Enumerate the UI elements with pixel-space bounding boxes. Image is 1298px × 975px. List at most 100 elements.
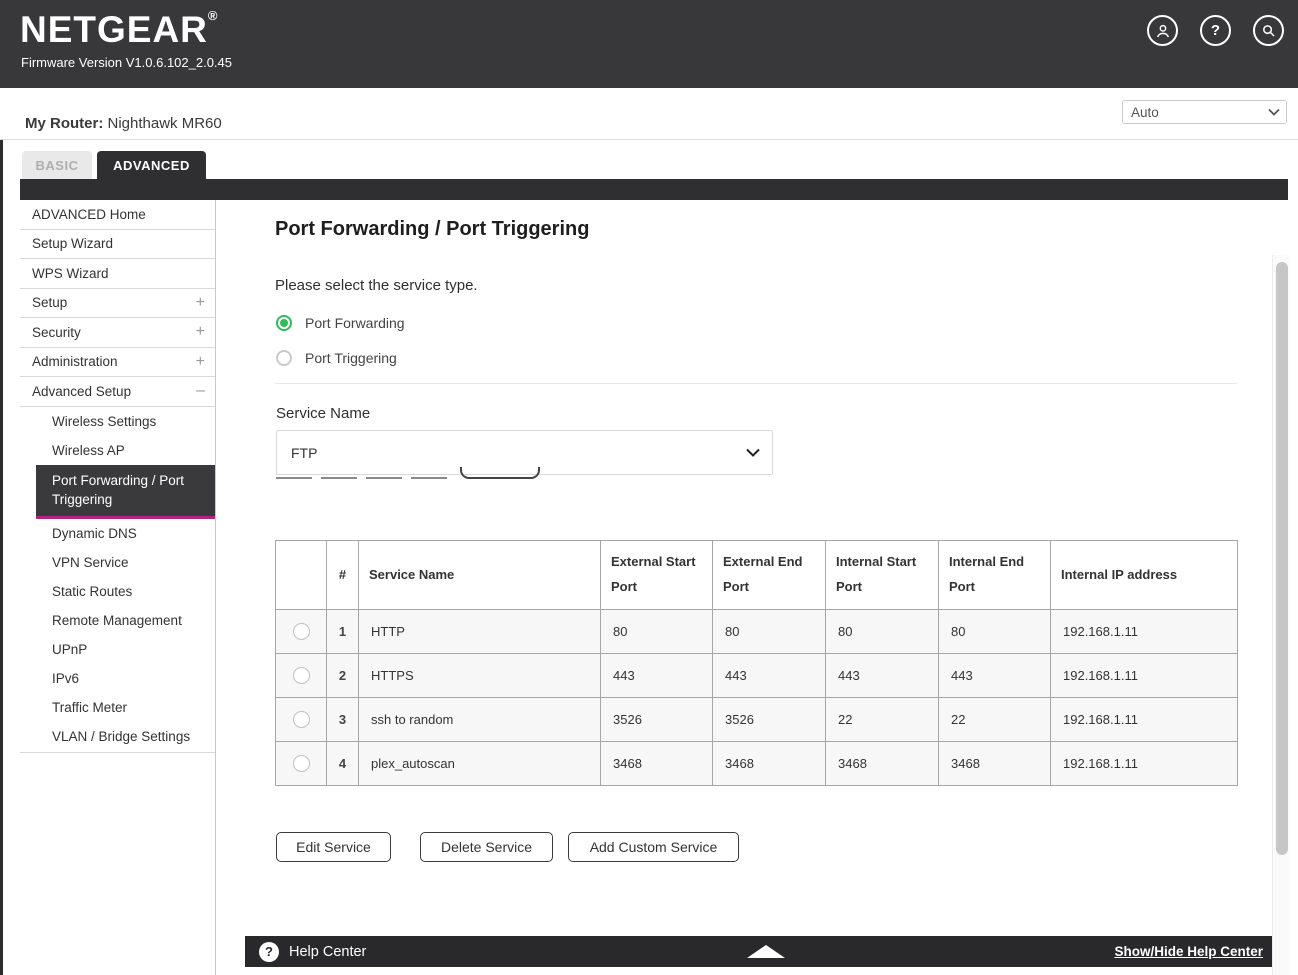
help-icon[interactable]: ? xyxy=(1200,15,1231,46)
header-icons: ? xyxy=(1147,15,1284,46)
row-radio[interactable] xyxy=(293,667,310,684)
action-buttons: Edit Service Delete Service Add Custom S… xyxy=(276,832,739,862)
sidebar-item-label: Advanced Setup xyxy=(32,384,131,399)
chevron-down-icon xyxy=(746,448,760,457)
ip-cell: 192.168.1.11 xyxy=(1051,610,1238,654)
language-select[interactable]: Auto xyxy=(1122,100,1287,124)
sidebar-item-security[interactable]: Security + xyxy=(20,318,215,348)
sidebar-subitem-port-forwarding[interactable]: Port Forwarding / Port Triggering xyxy=(36,465,215,519)
service-type-prompt: Please select the service type. xyxy=(275,277,478,294)
add-custom-service-button[interactable]: Add Custom Service xyxy=(568,832,739,862)
partial-button-outline xyxy=(460,467,540,479)
sidebar-subitem-vlan-bridge[interactable]: VLAN / Bridge Settings xyxy=(20,722,215,751)
radio-label: Port Triggering xyxy=(305,350,397,366)
service-name-value: FTP xyxy=(291,445,317,461)
int-start-cell: 22 xyxy=(826,698,939,742)
sidebar-item-setup-wizard[interactable]: Setup Wizard xyxy=(20,230,215,260)
sidebar-subitem-vpn-service[interactable]: VPN Service xyxy=(20,548,215,577)
minus-icon[interactable]: – xyxy=(196,382,205,400)
section-divider xyxy=(275,383,1237,384)
sidebar-sublist: Wireless Settings Wireless AP Port Forwa… xyxy=(20,407,215,753)
row-number: 1 xyxy=(327,610,359,654)
int-end-cell: 443 xyxy=(939,654,1051,698)
sidebar-subitem-static-routes[interactable]: Static Routes xyxy=(20,577,215,606)
user-icon[interactable] xyxy=(1147,15,1178,46)
partial-input-underlines xyxy=(276,477,447,479)
service-column-header: Service Name xyxy=(359,541,601,610)
int-start-cell: 443 xyxy=(826,654,939,698)
firmware-version: Firmware Version V1.0.6.102_2.0.45 xyxy=(21,55,232,70)
ext-start-cell: 443 xyxy=(601,654,713,698)
tab-advanced[interactable]: ADVANCED xyxy=(97,151,206,179)
row-radio[interactable] xyxy=(293,755,310,772)
sidebar-item-setup[interactable]: Setup + xyxy=(20,289,215,319)
plus-icon[interactable]: + xyxy=(196,294,205,312)
app-header: NETGEAR® Firmware Version V1.0.6.102_2.0… xyxy=(0,0,1298,88)
sidebar-item-label: ADVANCED Home xyxy=(32,207,146,222)
radio-unselected-icon[interactable] xyxy=(276,350,292,366)
row-number: 4 xyxy=(327,742,359,786)
ext-end-column-header: External End Port xyxy=(713,541,826,610)
collapse-triangle-icon[interactable] xyxy=(747,945,785,958)
tab-basic[interactable]: BASIC xyxy=(22,151,92,179)
sidebar-item-advanced-setup[interactable]: Advanced Setup – xyxy=(20,377,215,407)
table-row: 1 HTTP 80 80 80 80 192.168.1.11 xyxy=(276,610,1238,654)
sidebar-subitem-remote-management[interactable]: Remote Management xyxy=(20,606,215,635)
sidebar-item-wps-wizard[interactable]: WPS Wizard xyxy=(20,259,215,289)
page-title: Port Forwarding / Port Triggering xyxy=(275,218,589,241)
my-router-text: My Router: Nighthawk MR60 xyxy=(25,115,222,132)
row-number: 3 xyxy=(327,698,359,742)
int-start-column-header: Internal Start Port xyxy=(826,541,939,610)
ext-start-cell: 3526 xyxy=(601,698,713,742)
scrollbar-thumb[interactable] xyxy=(1276,262,1288,855)
sidebar-item-label: WPS Wizard xyxy=(32,266,109,281)
ext-start-cell: 3468 xyxy=(601,742,713,786)
sidebar-subitem-wireless-ap[interactable]: Wireless AP xyxy=(20,436,215,465)
sidebar-item-advanced-home[interactable]: ADVANCED Home xyxy=(20,200,215,230)
radio-selected-icon[interactable] xyxy=(276,315,292,331)
row-radio[interactable] xyxy=(293,623,310,640)
help-question-icon: ? xyxy=(259,942,279,962)
ext-start-column-header: External Start Port xyxy=(601,541,713,610)
port-forwarding-radio[interactable]: Port Forwarding xyxy=(276,315,405,331)
plus-icon[interactable]: + xyxy=(196,353,205,371)
sidebar-subitem-dynamic-dns[interactable]: Dynamic DNS xyxy=(20,519,215,548)
scrollbar-track[interactable] xyxy=(1272,255,1290,975)
table-row: 3 ssh to random 3526 3526 22 22 192.168.… xyxy=(276,698,1238,742)
sidebar-subitem-wireless-settings[interactable]: Wireless Settings xyxy=(20,407,215,436)
int-end-cell: 80 xyxy=(939,610,1051,654)
delete-service-button[interactable]: Delete Service xyxy=(420,832,553,862)
sidebar-item-label: Setup xyxy=(32,295,67,310)
row-radio[interactable] xyxy=(293,711,310,728)
int-end-column-header: Internal End Port xyxy=(939,541,1051,610)
ip-cell: 192.168.1.11 xyxy=(1051,698,1238,742)
search-icon[interactable] xyxy=(1253,15,1284,46)
plus-icon[interactable]: + xyxy=(196,323,205,341)
sidebar-item-label: Security xyxy=(32,325,81,340)
sidebar-subitem-ipv6[interactable]: IPv6 xyxy=(20,664,215,693)
tab-bar-strip xyxy=(20,179,1288,200)
table-row: 2 HTTPS 443 443 443 443 192.168.1.11 xyxy=(276,654,1238,698)
row-number: 2 xyxy=(327,654,359,698)
table-header-row: # Service Name External Start Port Exter… xyxy=(276,541,1238,610)
edit-service-button[interactable]: Edit Service xyxy=(276,832,391,862)
sidebar-subitem-traffic-meter[interactable]: Traffic Meter xyxy=(20,693,215,722)
sidebar-item-administration[interactable]: Administration+ xyxy=(20,348,215,378)
service-name-cell: HTTPS xyxy=(359,654,601,698)
sidebar-item-label: Setup Wizard xyxy=(32,236,113,251)
show-hide-help-link[interactable]: Show/Hide Help Center xyxy=(1114,944,1263,959)
ip-cell: 192.168.1.11 xyxy=(1051,742,1238,786)
radio-label: Port Forwarding xyxy=(305,315,405,331)
ip-cell: 192.168.1.11 xyxy=(1051,654,1238,698)
chevron-down-icon xyxy=(1268,108,1280,116)
ext-end-cell: 3526 xyxy=(713,698,826,742)
port-triggering-radio[interactable]: Port Triggering xyxy=(276,350,397,366)
sidebar-subitem-upnp[interactable]: UPnP xyxy=(20,635,215,664)
num-column-header: # xyxy=(327,541,359,610)
int-end-cell: 22 xyxy=(939,698,1051,742)
window-left-edge xyxy=(0,0,3,975)
port-forwarding-table: # Service Name External Start Port Exter… xyxy=(275,540,1238,786)
language-select-value: Auto xyxy=(1131,105,1159,120)
toolbar: My Router: Nighthawk MR60 Auto xyxy=(0,88,1298,140)
help-center-label: Help Center xyxy=(289,944,366,960)
